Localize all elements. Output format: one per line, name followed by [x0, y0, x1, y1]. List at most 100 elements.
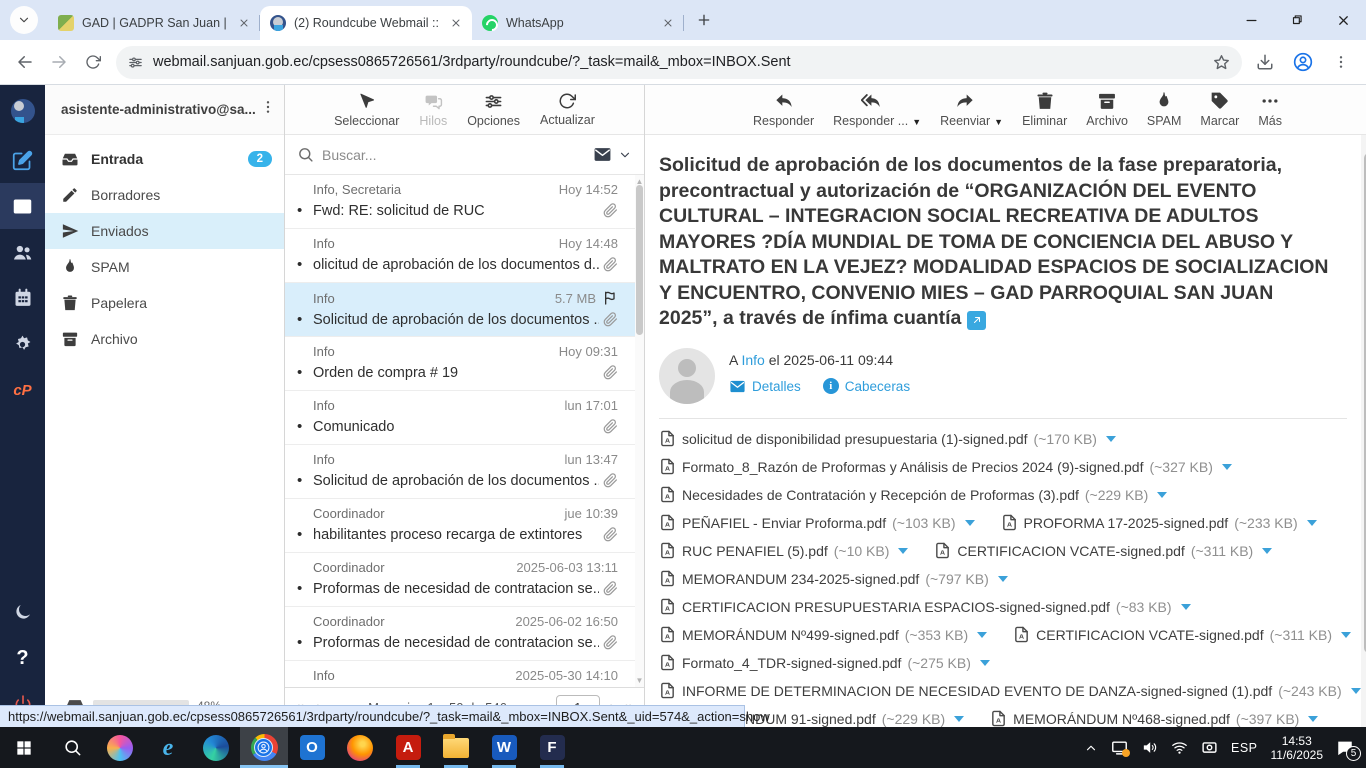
attachment-menu-icon[interactable]: [1262, 547, 1273, 554]
forward-button[interactable]: Reenviar: [940, 91, 990, 128]
message-row[interactable]: Coordinador jue 10:39 • habilitantes proces…: [285, 499, 644, 553]
attachment-menu-icon[interactable]: [954, 715, 965, 722]
taskbar-copilot[interactable]: [96, 727, 144, 768]
attachment-menu-icon[interactable]: [1221, 463, 1232, 470]
list-scrollbar[interactable]: ▲ ▼: [635, 175, 644, 687]
dropdown-caret-icon[interactable]: ▼: [912, 117, 921, 127]
mail-nav-button[interactable]: [0, 183, 45, 229]
browser-menu-button[interactable]: [1324, 45, 1358, 79]
reply-button[interactable]: Responder: [753, 91, 814, 128]
tab-gad[interactable]: GAD | GADPR San Juan |: [48, 6, 260, 40]
teamviewer-tray-icon[interactable]: [1111, 739, 1130, 757]
address-bar[interactable]: [116, 45, 1242, 79]
spam-button[interactable]: SPAM: [1147, 91, 1181, 128]
close-icon[interactable]: [238, 17, 250, 29]
reply-all-button[interactable]: Responder ...: [833, 91, 908, 128]
wifi-icon[interactable]: [1171, 739, 1188, 756]
notification-center-button[interactable]: 5: [1336, 739, 1361, 761]
taskbar-chrome[interactable]: [240, 727, 288, 768]
volume-icon[interactable]: [1141, 739, 1158, 756]
search-input[interactable]: [322, 146, 585, 163]
message-row[interactable]: Coordinador 2025-06-03 13:11 • Proformas de…: [285, 553, 644, 607]
external-link-icon[interactable]: [967, 310, 987, 330]
calendar-nav-button[interactable]: [0, 275, 45, 321]
attachment-link[interactable]: MEMORÁNDUM Nº468-signed.pdf (~397 KB): [990, 710, 1319, 727]
attachment-menu-icon[interactable]: [1306, 519, 1317, 526]
attachment-link[interactable]: PEÑAFIEL - Enviar Proforma.pdf (~103 KB): [659, 514, 975, 531]
taskbar-taskbar-search[interactable]: [48, 727, 96, 768]
search-scope-button[interactable]: [593, 145, 632, 164]
language-indicator[interactable]: ESP: [1231, 741, 1258, 755]
bookmark-star-icon[interactable]: [1213, 54, 1230, 71]
attachment-link[interactable]: CERTIFICACION PRESUPUESTARIA ESPACIOS-si…: [659, 598, 1191, 615]
attachment-menu-icon[interactable]: [1105, 435, 1116, 442]
settings-nav-button[interactable]: [0, 321, 45, 367]
message-row[interactable]: Coordinador 2025-06-02 16:50 • Proformas de…: [285, 607, 644, 661]
back-button[interactable]: [8, 45, 42, 79]
message-row[interactable]: Info 2025-05-30 14:10: [285, 661, 644, 687]
attachment-menu-icon[interactable]: [977, 631, 988, 638]
sidebar-item-entrada[interactable]: Entrada 2: [45, 141, 284, 177]
attachment-link[interactable]: CERTIFICACION VCATE-signed.pdf (~311 KB): [1013, 626, 1351, 643]
mark-button[interactable]: Marcar: [1200, 91, 1239, 128]
sidebar-item-borradores[interactable]: Borradores: [45, 177, 284, 213]
recipient-link[interactable]: Info: [741, 352, 764, 368]
attachment-menu-icon[interactable]: [1308, 715, 1319, 722]
attachment-menu-icon[interactable]: [1180, 603, 1191, 610]
taskbar-explorer[interactable]: [432, 727, 480, 768]
tab-whatsapp[interactable]: WhatsApp: [472, 6, 684, 40]
attachment-link[interactable]: INFORME DE DETERMINACION DE NECESIDAD EV…: [659, 682, 1361, 699]
attachment-menu-icon[interactable]: [964, 519, 975, 526]
tab-roundcube[interactable]: (2) Roundcube Webmail :: Envia: [260, 6, 472, 40]
meet-now-icon[interactable]: [1201, 739, 1218, 756]
downloads-button[interactable]: [1248, 45, 1282, 79]
taskbar-acrobat[interactable]: A: [384, 727, 432, 768]
window-close-button[interactable]: [1320, 0, 1366, 40]
select-button[interactable]: Seleccionar: [334, 92, 399, 128]
taskbar-word[interactable]: W: [480, 727, 528, 768]
sidebar-item-spam[interactable]: SPAM: [45, 249, 284, 285]
help-button[interactable]: ?: [0, 635, 45, 681]
attachment-menu-icon[interactable]: [997, 575, 1008, 582]
tab-search-button[interactable]: [10, 6, 38, 34]
message-row[interactable]: Info Hoy 09:31 • Orden de compra # 19: [285, 337, 644, 391]
compose-button[interactable]: [0, 137, 45, 183]
taskbar-edge[interactable]: [192, 727, 240, 768]
account-menu-button[interactable]: [260, 99, 276, 120]
forward-button[interactable]: [42, 45, 76, 79]
attachment-link[interactable]: Formato_8_Razón de Proformas y Análisis …: [659, 458, 1232, 475]
attachment-link[interactable]: MEMORÁNDUM Nº499-signed.pdf (~353 KB): [659, 626, 988, 643]
dropdown-caret-icon[interactable]: ▼: [994, 117, 1003, 127]
attachment-menu-icon[interactable]: [1341, 631, 1351, 638]
attachment-link[interactable]: RUC PENAFIEL (5).pdf (~10 KB): [659, 542, 909, 559]
sidebar-item-archivo[interactable]: Archivo: [45, 321, 284, 357]
more-button[interactable]: Más: [1258, 91, 1282, 128]
message-row[interactable]: Info 5.7 MB • Solicitud de aprobación de lo…: [285, 283, 644, 337]
window-minimize-button[interactable]: [1228, 0, 1274, 40]
attachment-link[interactable]: solicitud de disponibilidad presupuestar…: [659, 430, 1116, 447]
delete-button[interactable]: Eliminar: [1022, 91, 1067, 128]
attachment-link[interactable]: Necesidades de Contratación y Recepción …: [659, 486, 1168, 503]
details-link[interactable]: Detalles: [729, 378, 801, 395]
contacts-nav-button[interactable]: [0, 229, 45, 275]
message-row[interactable]: Info Hoy 14:48 • olicitud de aprobación de …: [285, 229, 644, 283]
taskbar-start[interactable]: [0, 727, 48, 768]
taskbar-fes-app[interactable]: F: [528, 727, 576, 768]
taskbar-outlook[interactable]: O: [288, 727, 336, 768]
close-icon[interactable]: [450, 17, 462, 29]
taskbar-internet-explorer[interactable]: e: [144, 727, 192, 768]
attachment-menu-icon[interactable]: [1157, 491, 1168, 498]
sidebar-item-enviados[interactable]: Enviados: [45, 213, 284, 249]
tray-expand-button[interactable]: [1084, 741, 1098, 755]
attachment-link[interactable]: PROFORMA 17-2025-signed.pdf (~233 KB): [1001, 514, 1317, 531]
headers-link[interactable]: i Cabeceras: [822, 378, 910, 394]
reload-button[interactable]: [76, 45, 110, 79]
attachment-menu-icon[interactable]: [1350, 687, 1361, 694]
attachment-menu-icon[interactable]: [898, 547, 909, 554]
attachment-link[interactable]: Formato_4_TDR-signed-signed.pdf (~275 KB): [659, 654, 990, 671]
site-info-icon[interactable]: [128, 55, 143, 70]
window-restore-button[interactable]: [1274, 0, 1320, 40]
url-input[interactable]: [153, 54, 1203, 70]
taskbar-firefox[interactable]: [336, 727, 384, 768]
archive-button[interactable]: Archivo: [1086, 91, 1128, 128]
